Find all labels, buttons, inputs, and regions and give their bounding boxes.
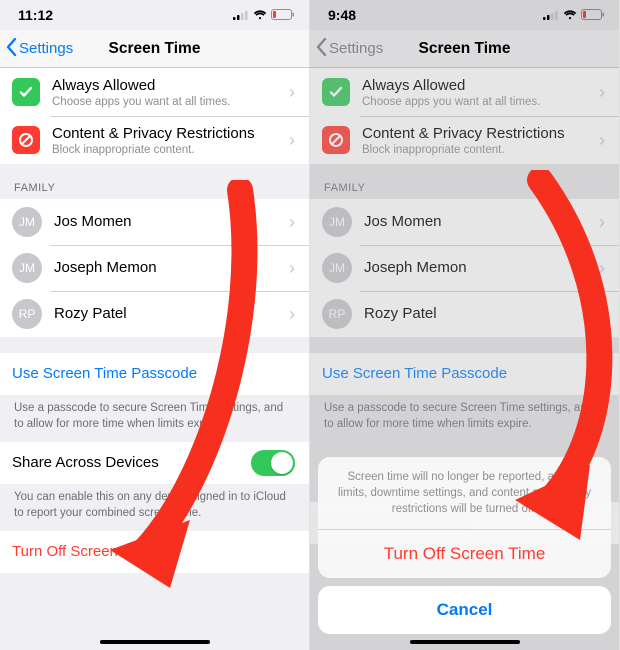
family-member-row[interactable]: JM Jos Momen › [0, 199, 309, 245]
passcode-footer: Use a passcode to secure Screen Time set… [310, 395, 619, 442]
wifi-icon [563, 10, 577, 20]
back-button[interactable]: Settings [6, 30, 73, 67]
chevron-right-icon: › [599, 258, 605, 279]
avatar: JM [322, 207, 352, 237]
action-sheet: Screen time will no longer be reported, … [318, 457, 611, 634]
avatar: JM [12, 253, 42, 283]
row-title: Always Allowed [362, 77, 593, 95]
page-title: Screen Time [109, 40, 201, 58]
member-name: Rozy Patel [54, 305, 283, 323]
chevron-left-icon [316, 38, 327, 60]
page-title: Screen Time [419, 40, 511, 58]
back-label: Settings [329, 40, 383, 57]
row-title: Use Screen Time Passcode [322, 365, 605, 383]
status-time: 9:48 [328, 7, 356, 23]
sheet-message: Screen time will no longer be reported, … [318, 457, 611, 530]
row-title: Share Across Devices [12, 454, 251, 472]
screen-left: 11:12 Settings Screen Time Always Allowe… [0, 0, 310, 650]
family-member-row[interactable]: JM Joseph Memon › [0, 245, 309, 291]
wifi-icon [253, 10, 267, 20]
row-subtitle: Block inappropriate content. [52, 144, 283, 156]
family-member-row[interactable]: RP Rozy Patel › [0, 291, 309, 337]
chevron-right-icon: › [289, 212, 295, 233]
status-time: 11:12 [18, 7, 53, 23]
signal-icon [543, 10, 559, 20]
content-privacy-row[interactable]: Content & Privacy Restrictions Block ina… [0, 116, 309, 164]
always-allowed-row[interactable]: Always Allowed Choose apps you want at a… [0, 68, 309, 116]
use-passcode-row: Use Screen Time Passcode [310, 353, 619, 395]
always-allowed-row: Always Allowed Choose apps you want at a… [310, 68, 619, 116]
settings-group: Always Allowed Choose apps you want at a… [0, 68, 309, 164]
row-subtitle: Block inappropriate content. [362, 144, 593, 156]
avatar: RP [12, 299, 42, 329]
share-devices-row: Share Across Devices [0, 442, 309, 484]
checkmark-icon [12, 78, 40, 106]
no-entry-icon [322, 126, 350, 154]
chevron-left-icon [6, 38, 17, 60]
nav-bar: Settings Screen Time [310, 30, 619, 68]
chevron-right-icon: › [289, 304, 295, 325]
family-list: JM Jos Momen › JM Joseph Memon › RP Rozy… [0, 199, 309, 337]
chevron-right-icon: › [289, 258, 295, 279]
row-subtitle: Choose apps you want at all times. [362, 96, 593, 108]
share-footer: You can enable this on any device signed… [0, 484, 309, 531]
share-toggle[interactable] [251, 450, 295, 476]
member-name: Joseph Memon [364, 259, 593, 277]
screen-right: 9:48 Settings Screen Time Always Allowed… [310, 0, 620, 650]
chevron-right-icon: › [599, 82, 605, 103]
family-member-row: RP Rozy Patel › [310, 291, 619, 337]
chevron-right-icon: › [599, 304, 605, 325]
row-title: Content & Privacy Restrictions [362, 125, 593, 143]
family-list: JM Jos Momen › JM Joseph Memon › RP Rozy… [310, 199, 619, 337]
passcode-footer: Use a passcode to secure Screen Time set… [0, 395, 309, 442]
status-bar: 9:48 [310, 0, 619, 30]
row-title: Turn Off Screen Time [12, 543, 295, 561]
member-name: Jos Momen [364, 213, 593, 231]
sheet-cancel-button[interactable]: Cancel [318, 586, 611, 634]
turn-off-row[interactable]: Turn Off Screen Time [0, 531, 309, 573]
chevron-right-icon: › [289, 130, 295, 151]
no-entry-icon [12, 126, 40, 154]
status-indicators [233, 9, 295, 21]
use-passcode-row[interactable]: Use Screen Time Passcode [0, 353, 309, 395]
row-subtitle: Choose apps you want at all times. [52, 96, 283, 108]
member-name: Rozy Patel [364, 305, 593, 323]
battery-low-icon [271, 9, 295, 21]
home-indicator[interactable] [100, 640, 210, 644]
status-bar: 11:12 [0, 0, 309, 30]
avatar: JM [322, 253, 352, 283]
chevron-right-icon: › [289, 82, 295, 103]
battery-low-icon [581, 9, 605, 21]
home-indicator[interactable] [410, 640, 520, 644]
avatar: RP [322, 299, 352, 329]
member-name: Joseph Memon [54, 259, 283, 277]
family-member-row: JM Jos Momen › [310, 199, 619, 245]
member-name: Jos Momen [54, 213, 283, 231]
back-button[interactable]: Settings [316, 30, 383, 67]
nav-bar: Settings Screen Time [0, 30, 309, 68]
family-header: FAMILY [310, 164, 619, 199]
row-title: Always Allowed [52, 77, 283, 95]
family-member-row: JM Joseph Memon › [310, 245, 619, 291]
chevron-right-icon: › [599, 130, 605, 151]
sheet-confirm-button[interactable]: Turn Off Screen Time [318, 530, 611, 578]
content-privacy-row: Content & Privacy Restrictions Block ina… [310, 116, 619, 164]
avatar: JM [12, 207, 42, 237]
family-header: FAMILY [0, 164, 309, 199]
settings-group: Always Allowed Choose apps you want at a… [310, 68, 619, 164]
row-title: Use Screen Time Passcode [12, 365, 295, 383]
back-label: Settings [19, 40, 73, 57]
row-title: Content & Privacy Restrictions [52, 125, 283, 143]
status-indicators [543, 9, 605, 21]
signal-icon [233, 10, 249, 20]
checkmark-icon [322, 78, 350, 106]
chevron-right-icon: › [599, 212, 605, 233]
